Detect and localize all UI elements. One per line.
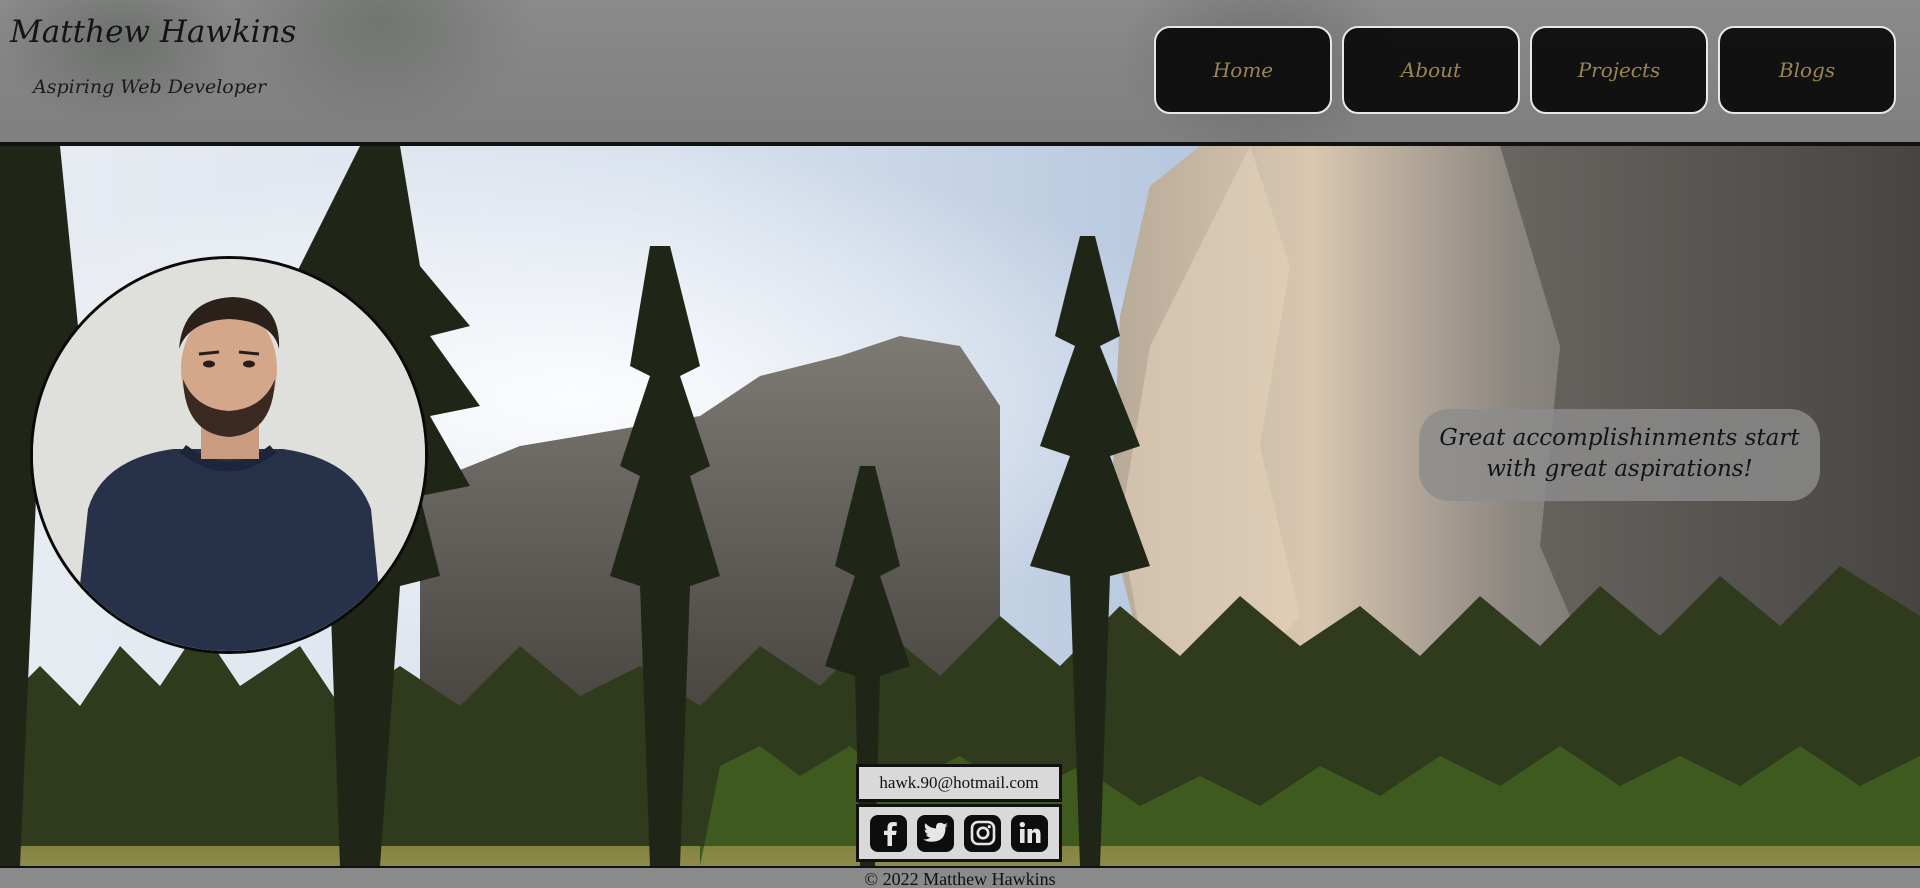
linkedin-icon[interactable] (1011, 814, 1048, 852)
site-header: Matthew Hawkins Aspiring Web Developer H… (0, 0, 1920, 142)
nav-home-button[interactable]: Home (1154, 26, 1332, 114)
nav-about-button[interactable]: About (1342, 26, 1520, 114)
hero-quote: Great accomplishinments start with great… (1419, 409, 1820, 501)
site-tagline: Aspiring Web Developer (33, 76, 267, 98)
quote-line-1: Great accomplishinments start (1439, 425, 1800, 451)
main-nav: Home About Projects Blogs (1154, 26, 1896, 114)
page: Matthew Hawkins Aspiring Web Developer H… (0, 0, 1920, 888)
email-link[interactable]: hawk.90@hotmail.com (859, 767, 1059, 799)
facebook-icon[interactable] (870, 814, 907, 852)
instagram-icon[interactable] (964, 814, 1001, 852)
social-icons-row (859, 807, 1059, 859)
nav-blogs-button[interactable]: Blogs (1718, 26, 1896, 114)
copyright-text: © 2022 Matthew Hawkins (864, 869, 1056, 888)
social-links (856, 804, 1062, 862)
site-name: Matthew Hawkins (10, 14, 297, 50)
twitter-icon[interactable] (917, 814, 954, 852)
nav-projects-button[interactable]: Projects (1530, 26, 1708, 114)
profile-photo (30, 256, 428, 654)
quote-line-2: with great aspirations! (1486, 456, 1753, 482)
email-box: hawk.90@hotmail.com (856, 764, 1062, 802)
site-footer: © 2022 Matthew Hawkins (0, 866, 1920, 888)
